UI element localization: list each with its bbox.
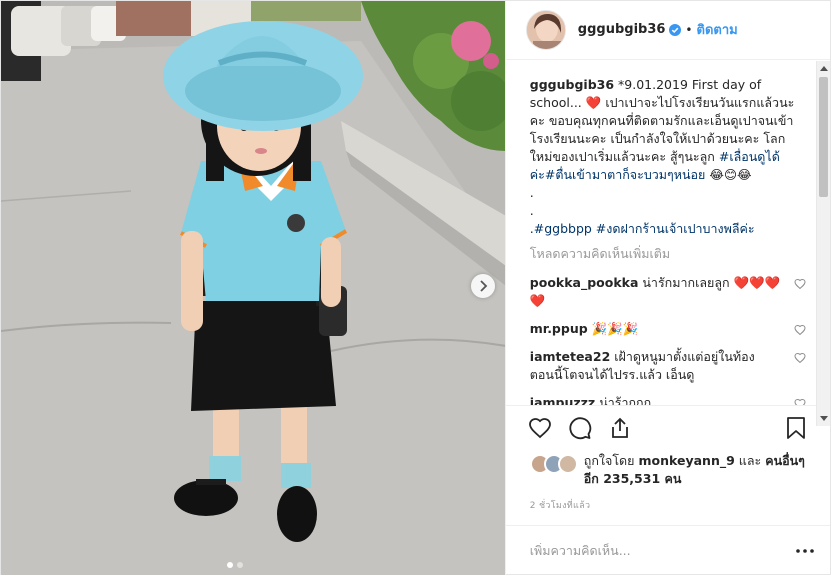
heart-icon[interactable] <box>794 351 806 369</box>
post-author-username[interactable]: gggubgib36 <box>578 22 666 37</box>
avatar[interactable] <box>525 9 566 50</box>
carousel-indicator <box>227 562 243 568</box>
comment-username[interactable]: iampuzzz <box>530 395 595 405</box>
comment-item: iamtetea22 เฝ้าดูหนูมาตั้งแต่อยู่ในท้อง … <box>530 348 806 384</box>
caption-hashtags-2[interactable]: .#ggbbpp #งดฝากร้านเจ้าเปาบางพลีค่ะ <box>530 220 806 238</box>
post-caption: gggubgib36 *9.01.2019 First day of schoo… <box>530 76 806 238</box>
follow-button[interactable]: ติดตาม <box>697 19 738 40</box>
instagram-post: gggubgib36 • ติดตาม gggubgib36 *9.01.201… <box>0 0 831 575</box>
bookmark-icon <box>787 417 805 440</box>
child-photo-illustration <box>1 1 505 575</box>
profile-photo <box>526 10 565 49</box>
like-button[interactable] <box>522 410 558 446</box>
comment-username[interactable]: iamtetea22 <box>530 349 610 364</box>
heart-icon[interactable] <box>794 323 806 341</box>
comment-item: iampuzzz น่าร้ากกก <box>530 394 806 406</box>
comment-text: น่าร้ากกก <box>599 394 652 406</box>
add-comment-input[interactable] <box>529 543 796 559</box>
caption-heart-emoji: ❤️ <box>585 94 602 110</box>
share-icon <box>611 418 628 439</box>
post-timestamp[interactable]: 2 ชั่วโมงที่แล้ว <box>506 498 830 525</box>
liker-avatar <box>557 454 578 475</box>
load-more-comments-link[interactable]: โหลดความคิดเห็นเพิ่มเติม <box>530 244 806 264</box>
comment-button[interactable] <box>562 410 598 446</box>
separator-dot: • <box>685 22 693 37</box>
scrollbar-thumb[interactable] <box>819 77 828 197</box>
verified-badge-icon <box>669 23 682 36</box>
comment-username[interactable]: mr.ppup <box>530 321 588 336</box>
caption-username[interactable]: gggubgib36 <box>530 77 614 92</box>
scroll-down-arrow-icon[interactable] <box>817 412 831 426</box>
more-options-icon[interactable] <box>796 549 814 553</box>
carousel-dot-active <box>227 562 233 568</box>
post-header: gggubgib36 • ติดตาม <box>505 1 830 60</box>
caption-dot: . <box>529 184 534 200</box>
liker-username[interactable]: monkeyann_9 <box>639 453 735 468</box>
heart-icon[interactable] <box>794 397 806 406</box>
share-button[interactable] <box>602 410 638 446</box>
add-comment-section <box>505 524 830 575</box>
scroll-up-arrow-icon[interactable] <box>817 61 831 75</box>
post-photo[interactable] <box>1 1 505 575</box>
likes-prefix: ถูกใจโดย <box>583 453 635 469</box>
comments-area[interactable]: gggubgib36 *9.01.2019 First day of schoo… <box>506 60 830 406</box>
heart-icon <box>528 418 551 439</box>
likes-and: และ <box>738 453 762 469</box>
save-button[interactable] <box>778 410 814 446</box>
comment-username[interactable]: pookka_pookka <box>530 275 639 290</box>
comment-item: mr.ppup 🎉🎉🎉 <box>530 320 806 338</box>
liker-avatars[interactable] <box>529 454 578 475</box>
next-image-button[interactable] <box>471 274 495 298</box>
post-actions-bar <box>505 405 830 450</box>
carousel-dot <box>237 562 243 568</box>
caption-emojis: 😂😊😂 <box>709 166 752 182</box>
comments-scrollbar[interactable] <box>816 61 830 426</box>
comment-item: pookka_pookka น่ารักมากเลยลูก ❤️❤️❤️❤️ <box>530 274 806 310</box>
comment-text: 🎉🎉🎉 <box>591 320 639 336</box>
heart-icon[interactable] <box>794 277 806 295</box>
chevron-right-icon <box>480 280 488 292</box>
likes-text: ถูกใจโดย monkeyann_9 และ คนอื่นๆ อีก 235… <box>584 452 814 488</box>
post-side-panel: gggubgib36 • ติดตาม gggubgib36 *9.01.201… <box>504 1 830 575</box>
comment-icon <box>569 417 591 440</box>
caption-dot: . <box>529 202 534 218</box>
likes-summary: ถูกใจโดย monkeyann_9 และ คนอื่นๆ อีก 235… <box>506 450 830 497</box>
